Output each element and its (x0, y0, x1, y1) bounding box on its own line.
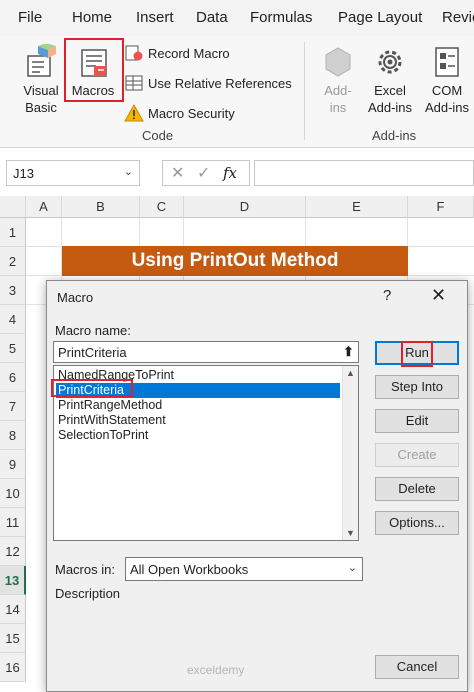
record-macro-button[interactable]: Record Macro (124, 42, 230, 64)
column-header-e[interactable]: E (306, 196, 408, 218)
title-banner: Using PrintOut Method (62, 246, 408, 276)
delete-button[interactable]: Delete (375, 477, 459, 501)
com-add-ins-label-1: COM (431, 83, 463, 98)
use-relative-references-button[interactable]: Use Relative References (124, 72, 292, 94)
column-header-a[interactable]: A (26, 196, 62, 218)
com-add-ins-button[interactable]: COM Add-ins (420, 44, 474, 116)
record-macro-icon (125, 45, 143, 61)
use-relative-references-label: Use Relative References (148, 75, 292, 91)
macro-name-label: Macro name: (55, 323, 131, 338)
chevron-down-icon[interactable]: ⌄ (348, 561, 357, 574)
watermark: exceldemy (187, 663, 245, 677)
row-header-1[interactable]: 1 (0, 218, 26, 247)
warning-icon (124, 104, 144, 122)
add-ins-button[interactable]: Add- ins (318, 44, 358, 116)
tab-home[interactable]: Home (72, 9, 112, 26)
row-header-15[interactable]: 15 (0, 624, 26, 653)
excel-add-ins-button[interactable]: Excel Add-ins (364, 44, 416, 116)
code-group-label: Code (142, 128, 174, 143)
macro-list-item[interactable]: SelectionToPrint (58, 428, 148, 443)
tab-data[interactable]: Data (196, 9, 228, 26)
run-highlight (401, 341, 433, 367)
macro-dialog: Macro ? ✕ Macro name: PrintCriteria ⬆ Na… (46, 280, 468, 692)
cancel-icon[interactable]: ✕ (171, 163, 184, 183)
create-button[interactable]: Create (375, 443, 459, 467)
column-header-b[interactable]: B (62, 196, 140, 218)
excel-add-ins-label-2: Add-ins (367, 100, 413, 115)
row-header-11[interactable]: 11 (0, 508, 26, 537)
select-all-corner[interactable] (0, 196, 26, 218)
gear-icon (378, 50, 402, 74)
name-box[interactable]: J13 ⌄ (6, 160, 140, 186)
column-header-f[interactable]: F (408, 196, 474, 218)
excel-add-ins-label-1: Excel (374, 83, 406, 98)
macros-in-label: Macros in: (55, 562, 115, 577)
insert-function-button[interactable]: fx (223, 164, 237, 182)
row-header-10[interactable]: 10 (0, 479, 26, 508)
record-macro-label: Record Macro (148, 45, 230, 61)
row-header-2[interactable]: 2 (0, 247, 26, 276)
add-ins-group-label: Add-ins (372, 128, 417, 143)
add-ins-label-1: Add- (324, 83, 352, 98)
check-icon[interactable]: ✓ (197, 163, 210, 183)
row-header-7[interactable]: 7 (0, 392, 26, 421)
visual-basic-icon (27, 44, 56, 77)
macro-list-item[interactable]: PrintRangeMethod (58, 398, 162, 413)
relative-references-icon (125, 75, 143, 91)
list-scrollbar[interactable]: ▲ ▼ (342, 366, 358, 540)
step-into-button[interactable]: Step Into (375, 375, 459, 399)
chevron-down-icon[interactable]: ⌄ (124, 165, 133, 178)
macros-in-select[interactable]: All Open Workbooks ⌄ (125, 557, 363, 581)
formula-tools: ✕ ✓ fx (162, 160, 250, 186)
row-header-16[interactable]: 16 (0, 653, 26, 682)
scroll-up-icon[interactable]: ▲ (346, 368, 355, 378)
cancel-button[interactable]: Cancel (375, 655, 459, 679)
upload-arrow-icon[interactable]: ⬆ (339, 341, 359, 363)
edit-button[interactable]: Edit (375, 409, 459, 433)
com-add-ins-icon (435, 47, 459, 77)
tab-page-layout[interactable]: Page Layout (338, 9, 422, 26)
row-header-14[interactable]: 14 (0, 595, 26, 624)
visual-basic-label-2: Basic (25, 100, 57, 115)
macros-highlight (64, 38, 124, 102)
row-header-13[interactable]: 13 (0, 566, 26, 595)
row-header-3[interactable]: 3 (0, 276, 26, 305)
options-button[interactable]: Options... (375, 511, 459, 535)
group-divider (304, 42, 305, 140)
description-label: Description (55, 586, 121, 601)
tab-formulas[interactable]: Formulas (250, 9, 313, 26)
visual-basic-label-1: Visual (23, 83, 59, 98)
ribbon: Visual Basic Macros Record Macro Use Rel… (0, 36, 474, 148)
scroll-down-icon[interactable]: ▼ (346, 528, 355, 538)
com-add-ins-label-2: Add-ins (424, 100, 470, 115)
row-header-8[interactable]: 8 (0, 421, 26, 450)
macro-security-label: Macro Security (148, 105, 235, 121)
add-ins-icon (325, 47, 351, 77)
row-header-9[interactable]: 9 (0, 450, 26, 479)
formula-input[interactable] (254, 160, 474, 186)
row-header-4[interactable]: 4 (0, 305, 26, 334)
ribbon-tab-bar: File Home Insert Data Formulas Page Layo… (0, 0, 474, 36)
selected-macro-highlight (51, 379, 133, 397)
formula-bar: J13 ⌄ ✕ ✓ fx (0, 152, 474, 194)
column-header-c[interactable]: C (140, 196, 184, 218)
macro-list-item[interactable]: PrintWithStatement (58, 413, 166, 428)
macro-security-button[interactable]: Macro Security (124, 102, 235, 124)
macros-in-value: All Open Workbooks (130, 562, 249, 577)
add-ins-label-2: ins (329, 100, 347, 115)
help-icon[interactable]: ? (383, 287, 391, 304)
row-header-12[interactable]: 12 (0, 537, 26, 566)
row-header-5[interactable]: 5 (0, 334, 26, 363)
row-header-6[interactable]: 6 (0, 363, 26, 392)
dialog-title: Macro (57, 290, 94, 305)
close-icon[interactable]: ✕ (431, 285, 446, 306)
name-box-value: J13 (13, 166, 34, 181)
macro-name-input[interactable]: PrintCriteria (53, 341, 343, 363)
visual-basic-button[interactable]: Visual Basic (18, 44, 64, 116)
tab-review[interactable]: Revie (442, 9, 474, 26)
column-header-d[interactable]: D (184, 196, 306, 218)
tab-insert[interactable]: Insert (136, 9, 174, 26)
tab-file[interactable]: File (18, 9, 42, 26)
